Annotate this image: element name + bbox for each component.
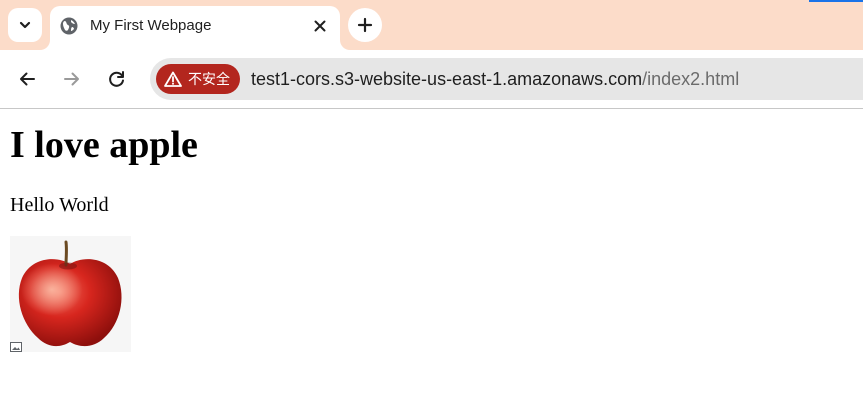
back-arrow-icon [20,72,35,86]
security-chip[interactable]: 不安全 [156,64,240,94]
page-viewport: I love apple Hello World [0,109,863,420]
url-path: /index2.html [642,69,740,89]
url-text[interactable]: test1-cors.s3-website-us-east-1.amazonaw… [251,68,739,90]
address-bar[interactable]: 不安全 test1-cors.s3-website-us-east-1.amaz… [150,58,863,100]
forward-arrow-icon [64,72,79,86]
url-host: test1-cors.s3-website-us-east-1.amazonaw… [251,69,643,89]
tab-strip-accent [809,0,863,2]
page-heading: I love apple [10,124,198,166]
page-paragraph: Hello World [10,194,109,216]
security-label: 不安全 [188,72,230,88]
close-icon [314,20,326,32]
reload-button[interactable] [101,63,133,95]
tab-search-button[interactable] [8,8,42,42]
plus-icon [357,17,373,33]
warning-triangle-icon [164,71,182,87]
tab-title: My First Webpage [90,17,212,34]
forward-button[interactable] [56,63,88,95]
back-button[interactable] [11,63,43,95]
browser-toolbar: 不安全 test1-cors.s3-website-us-east-1.amaz… [0,50,863,109]
tab-active[interactable]: My First Webpage [50,6,340,50]
broken-image-icon [10,342,22,352]
chevron-down-icon [19,21,31,29]
new-tab-button[interactable] [348,8,382,42]
globe-icon [60,17,78,35]
apple-image [10,236,131,352]
apple-illustration [18,240,122,347]
tab-strip: My First Webpage [0,0,863,50]
reload-icon [109,71,124,87]
tab-close-button[interactable] [310,16,330,36]
browser-window: My First Webpage 不安全 test1-cors.s3-websi… [0,0,863,420]
